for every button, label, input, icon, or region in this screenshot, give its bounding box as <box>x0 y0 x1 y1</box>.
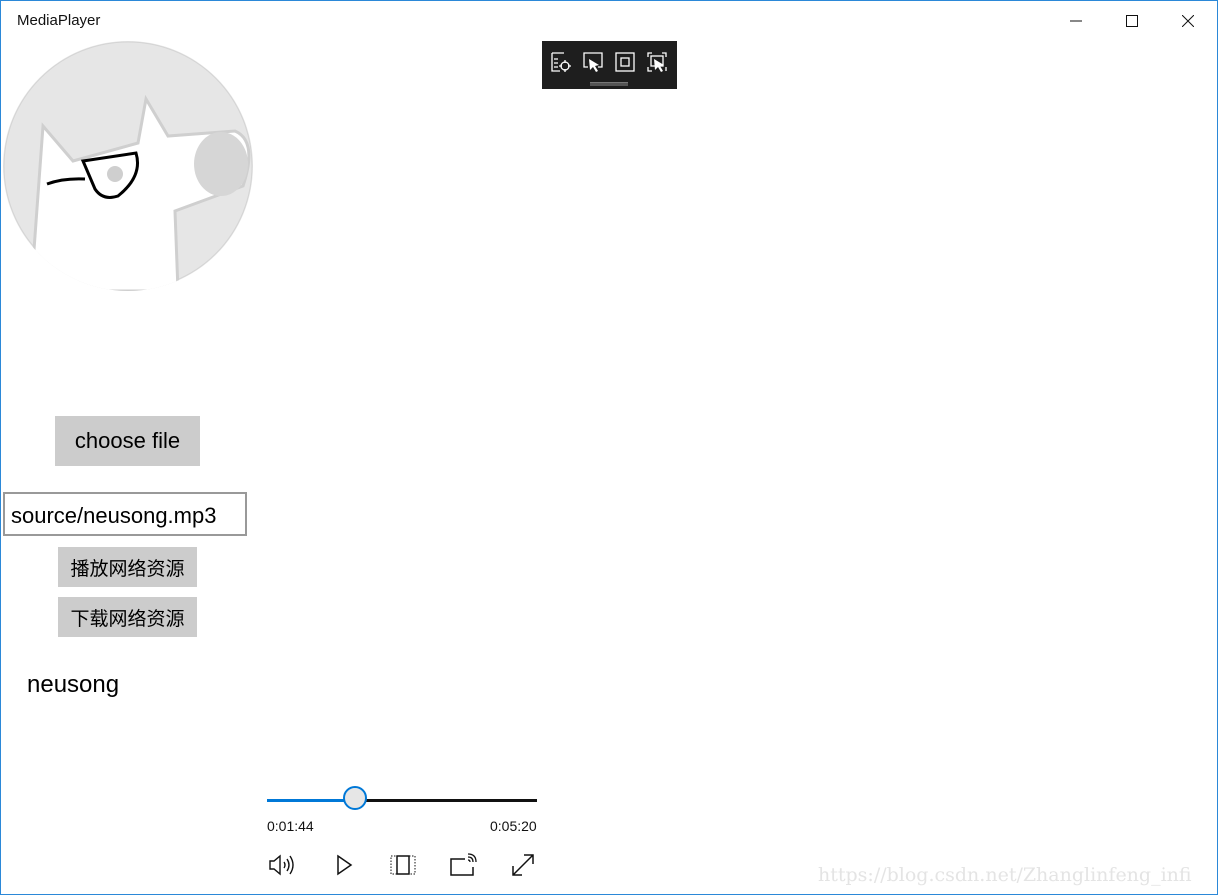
cast-icon <box>450 853 477 876</box>
current-time: 0:01:44 <box>267 818 314 834</box>
xaml-debug-toolbar <box>542 41 677 89</box>
display-layout-adorners-icon[interactable] <box>582 51 604 73</box>
total-time: 0:05:20 <box>490 818 537 834</box>
close-button[interactable] <box>1160 1 1216 41</box>
show-selection-icon[interactable] <box>646 51 668 73</box>
seek-thumb[interactable] <box>342 786 367 810</box>
toolbar-grip[interactable] <box>590 82 628 86</box>
volume-icon <box>269 854 294 876</box>
seek-slider[interactable] <box>267 786 537 814</box>
close-icon <box>1182 15 1194 27</box>
minimize-button[interactable] <box>1048 1 1104 41</box>
play-button[interactable] <box>329 851 359 879</box>
choose-file-button[interactable]: choose file <box>55 416 200 466</box>
play-icon <box>337 854 353 876</box>
album-art <box>3 41 253 291</box>
maximize-button[interactable] <box>1104 1 1160 41</box>
aspect-ratio-icon <box>390 855 416 875</box>
app-window: MediaPlayer choose file source/neusong.m… <box>0 0 1218 895</box>
watermark: https://blog.csdn.net/Zhanglinfeng_infi <box>818 864 1192 886</box>
cat-illustration <box>3 41 253 291</box>
download-network-button[interactable]: 下载网络资源 <box>58 597 197 637</box>
window-title: MediaPlayer <box>17 12 101 29</box>
fullscreen-button[interactable] <box>508 851 538 879</box>
seek-progress <box>267 799 355 802</box>
play-network-button[interactable]: 播放网络资源 <box>58 547 197 587</box>
fullscreen-icon <box>512 854 534 876</box>
track-focused-element-icon[interactable] <box>614 51 636 73</box>
select-element-icon[interactable] <box>550 51 572 73</box>
cast-button[interactable] <box>448 851 478 879</box>
url-input[interactable]: source/neusong.mp3 <box>3 492 247 536</box>
song-name: neusong <box>27 671 120 698</box>
minimize-icon <box>1070 20 1082 22</box>
maximize-icon <box>1126 15 1138 27</box>
aspect-ratio-button[interactable] <box>388 851 418 879</box>
volume-button[interactable] <box>267 851 297 879</box>
url-input-value: source/neusong.mp3 <box>11 503 217 528</box>
